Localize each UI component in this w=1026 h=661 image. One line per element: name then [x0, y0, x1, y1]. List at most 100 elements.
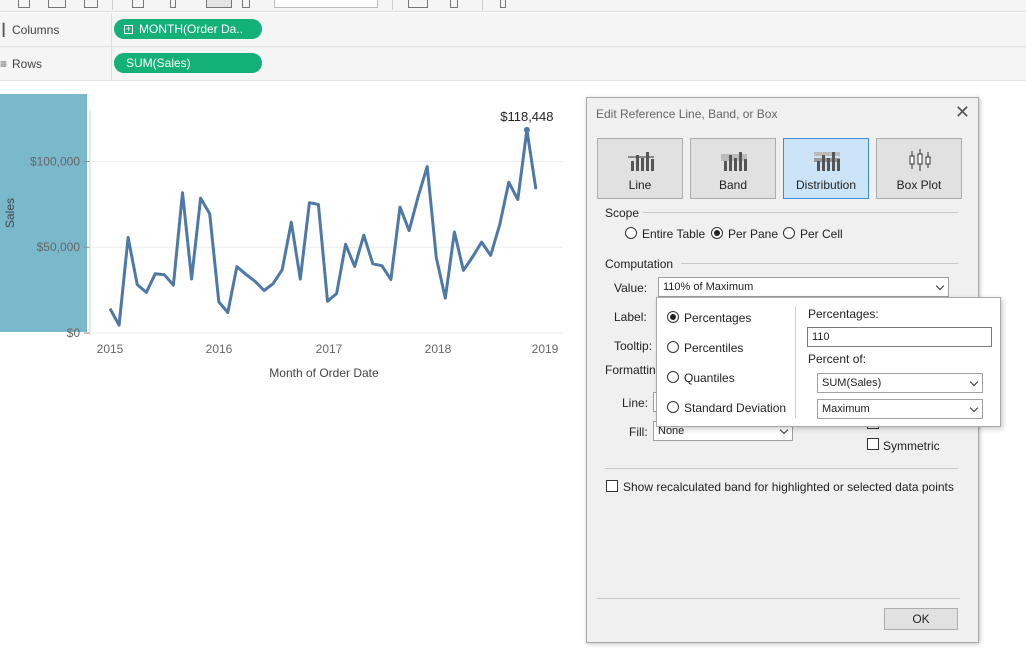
formatting-heading: Formatting	[605, 363, 663, 377]
show-recalculated-label[interactable]: Show recalculated band for highlighted o…	[623, 480, 954, 494]
x-tick-label: 2019	[532, 342, 559, 356]
highlight-icon[interactable]	[132, 0, 144, 8]
y-tick-label: $0	[67, 326, 81, 340]
fit-select[interactable]	[274, 0, 378, 8]
fill-field-label: Fill:	[629, 425, 648, 439]
bottom-divider	[605, 468, 958, 469]
fit-icon[interactable]	[206, 0, 232, 8]
rows-icon: ≡	[0, 57, 8, 71]
close-icon[interactable]: ✕	[955, 102, 970, 122]
value-field-label: Value:	[614, 281, 648, 295]
type-box-plot-label: Box Plot	[896, 178, 942, 192]
share-icon[interactable]	[500, 0, 506, 8]
pin-icon[interactable]	[242, 0, 250, 8]
percent-of-aggregation-text: Maximum	[822, 403, 870, 415]
sort-descending-icon[interactable]	[84, 0, 98, 8]
expand-icon[interactable]: +	[124, 24, 133, 34]
chevron-down-icon	[935, 281, 945, 291]
scope-per-cell-radio[interactable]	[783, 227, 795, 239]
standard-deviation-radio[interactable]	[667, 401, 679, 413]
show-recalculated-checkbox[interactable]	[606, 480, 618, 492]
columns-shelf-label: ┃ Columns	[0, 13, 112, 46]
percentages-label[interactable]: Percentages	[684, 311, 751, 325]
x-tick-label: 2015	[97, 342, 124, 356]
max-data-point[interactable]	[523, 126, 530, 133]
type-distribution-button[interactable]: Distribution	[783, 138, 869, 199]
symmetric-label[interactable]: Symmetric	[883, 439, 940, 453]
type-line-label: Line	[628, 178, 652, 192]
chevron-down-icon	[779, 425, 789, 435]
dialog-title: Edit Reference Line, Band, or Box	[596, 107, 778, 121]
footer-divider	[597, 598, 960, 599]
distribution-type-icon	[814, 152, 840, 171]
chevron-down-icon	[969, 403, 979, 413]
scope-per-pane-label[interactable]: Per Pane	[728, 227, 778, 241]
fix-axes-icon[interactable]	[450, 0, 458, 8]
sort-ascending-icon[interactable]	[48, 0, 66, 8]
box-plot-type-icon	[909, 149, 931, 171]
y-tick-label: $50,000	[37, 240, 81, 254]
toolbar-separator	[112, 0, 113, 10]
toolbar-separator	[482, 0, 483, 10]
columns-shelf: ┃ Columns + MONTH(Order Da..	[0, 13, 1026, 47]
rows-shelf-label: ≡ Rows	[0, 47, 112, 80]
popup-divider	[795, 306, 796, 418]
type-line-button[interactable]: Line	[597, 138, 683, 199]
columns-pill-label: MONTH(Order Da..	[139, 22, 244, 36]
y-tick-label: $100,000	[30, 154, 80, 168]
rows-shelf: ≡ Rows SUM(Sales)	[0, 47, 1026, 81]
label-field-label: Label:	[614, 310, 647, 324]
percent-of-label: Percent of:	[808, 352, 867, 366]
x-tick-label: 2016	[206, 342, 233, 356]
quantiles-radio[interactable]	[667, 371, 679, 383]
ok-button[interactable]: OK	[884, 608, 958, 630]
quantiles-label[interactable]: Quantiles	[684, 371, 735, 385]
percent-of-aggregation-dropdown[interactable]: Maximum	[817, 399, 983, 419]
percent-of-measure-dropdown[interactable]: SUM(Sales)	[817, 373, 983, 393]
columns-icon: ┃	[0, 23, 8, 37]
y-axis-title: Sales	[3, 198, 17, 228]
value-options-popup: Percentages Percentiles Quantiles Standa…	[656, 297, 1001, 427]
columns-pill[interactable]: + MONTH(Order Da..	[114, 19, 262, 39]
scope-per-pane-radio[interactable]	[711, 227, 723, 239]
computation-divider	[681, 263, 958, 264]
line-field-label: Line:	[622, 396, 649, 410]
scope-entire-table-radio[interactable]	[625, 227, 637, 239]
x-axis-title: Month of Order Date	[269, 366, 379, 380]
standard-deviation-label[interactable]: Standard Deviation	[684, 401, 786, 415]
line-type-icon	[628, 152, 654, 171]
percentiles-radio[interactable]	[667, 341, 679, 353]
sales-series-line[interactable]	[108, 128, 538, 327]
value-dropdown[interactable]: 110% of Maximum	[658, 277, 949, 297]
labels-icon[interactable]	[408, 0, 428, 8]
sales-line-chart[interactable]: $0 $50,000 $100,000 2015 2016 2017 2018 2019 S…	[0, 90, 580, 390]
symmetric-checkbox[interactable]	[867, 438, 879, 450]
toolbar-separator	[392, 0, 393, 10]
type-box-plot-button[interactable]: Box Plot	[876, 138, 962, 199]
scope-entire-table-label[interactable]: Entire Table	[642, 227, 705, 241]
value-dropdown-text: 110% of Maximum	[663, 281, 754, 293]
rows-pill-label: SUM(Sales)	[126, 56, 191, 70]
columns-label: Columns	[12, 22, 60, 37]
x-tick-label: 2018	[425, 342, 452, 356]
percentages-field-label: Percentages:	[808, 307, 879, 321]
band-type-icon	[721, 152, 747, 171]
x-tick-label: 2017	[316, 342, 343, 356]
type-band-button[interactable]: Band	[690, 138, 776, 199]
computation-heading: Computation	[605, 257, 674, 271]
toolbar	[0, 0, 1026, 12]
scope-per-cell-label[interactable]: Per Cell	[800, 227, 843, 241]
rows-pill[interactable]: SUM(Sales)	[114, 53, 262, 73]
group-icon[interactable]	[170, 0, 176, 8]
tooltip-field-label: Tooltip:	[614, 339, 653, 353]
percentiles-label[interactable]: Percentiles	[684, 341, 743, 355]
type-distribution-label: Distribution	[795, 178, 857, 192]
percentages-input[interactable]: 110	[807, 327, 992, 347]
percent-of-measure-text: SUM(Sales)	[822, 377, 882, 389]
percentages-radio[interactable]	[667, 311, 679, 323]
scope-heading: Scope	[605, 206, 640, 220]
max-value-label: $118,448	[500, 109, 553, 124]
swap-icon[interactable]	[18, 0, 30, 8]
type-band-label: Band	[718, 178, 748, 192]
chevron-down-icon	[969, 377, 979, 387]
